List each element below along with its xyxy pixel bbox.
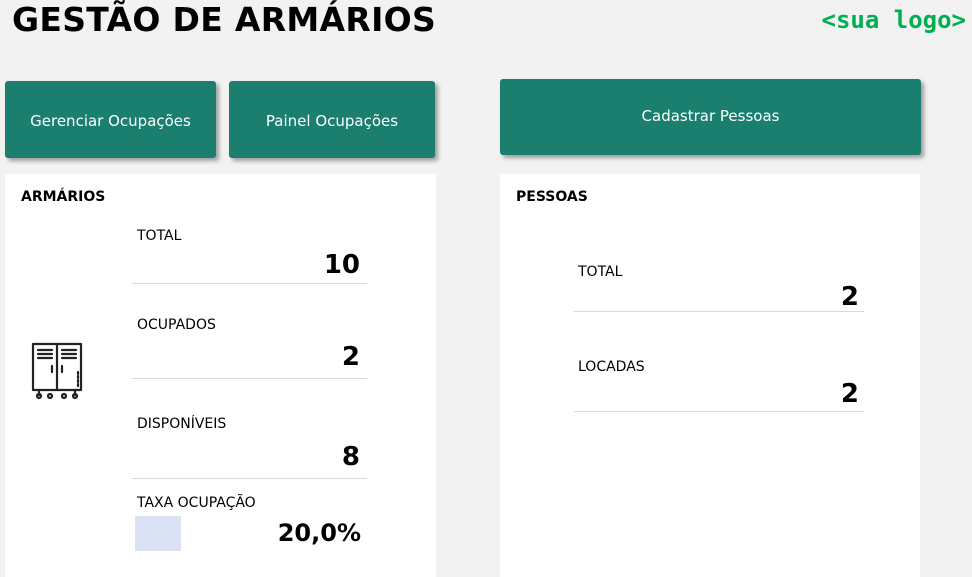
divider (574, 311, 864, 312)
dashboard-page: GESTÃO DE ARMÁRIOS <sua logo> Gerenciar … (0, 0, 972, 577)
taxa-ocupacao-value: 20,0% (277, 519, 361, 547)
pessoas-card-title: PESSOAS (516, 189, 588, 205)
pessoas-locadas-value: 2 (840, 379, 859, 409)
armarios-ocupados-label: OCUPADOS (137, 317, 216, 333)
divider (574, 411, 864, 412)
page-title: GESTÃO DE ARMÁRIOS (12, 0, 437, 39)
painel-ocupacoes-label: Painel Ocupações (265, 111, 399, 130)
painel-ocupacoes-button[interactable]: Painel Ocupações (229, 81, 435, 158)
armarios-card: ARMÁRIOS TOTAL 10 OCUPADOS 2 DISPONÍVEIS… (5, 174, 436, 577)
taxa-ocupacao-label: TAXA OCUPAÇÃO (137, 495, 256, 511)
armarios-disponiveis-value: 8 (341, 442, 360, 472)
pessoas-card: PESSOAS TOTAL 2 LOCADAS 2 (500, 174, 920, 577)
armarios-disponiveis-label: DISPONÍVEIS (137, 416, 227, 432)
cadastrar-pessoas-button[interactable]: Cadastrar Pessoas (500, 79, 921, 155)
taxa-ocupacao-bar (135, 516, 181, 551)
logo-placeholder: <sua logo> (821, 6, 967, 34)
pessoas-locadas-label: LOCADAS (578, 359, 645, 375)
armarios-total-value: 10 (323, 250, 360, 280)
armarios-card-title: ARMÁRIOS (21, 189, 106, 205)
locker-icon (31, 342, 83, 400)
gerenciar-ocupacoes-button[interactable]: Gerenciar Ocupações (5, 81, 216, 158)
divider (132, 378, 367, 379)
divider (132, 478, 367, 479)
gerenciar-ocupacoes-label: Gerenciar Ocupações (30, 111, 191, 130)
pessoas-total-label: TOTAL (578, 264, 623, 280)
pessoas-total-value: 2 (840, 282, 859, 312)
cadastrar-pessoas-label: Cadastrar Pessoas (641, 107, 780, 125)
armarios-ocupados-value: 2 (341, 342, 360, 372)
divider (132, 283, 367, 284)
armarios-total-label: TOTAL (137, 228, 182, 244)
